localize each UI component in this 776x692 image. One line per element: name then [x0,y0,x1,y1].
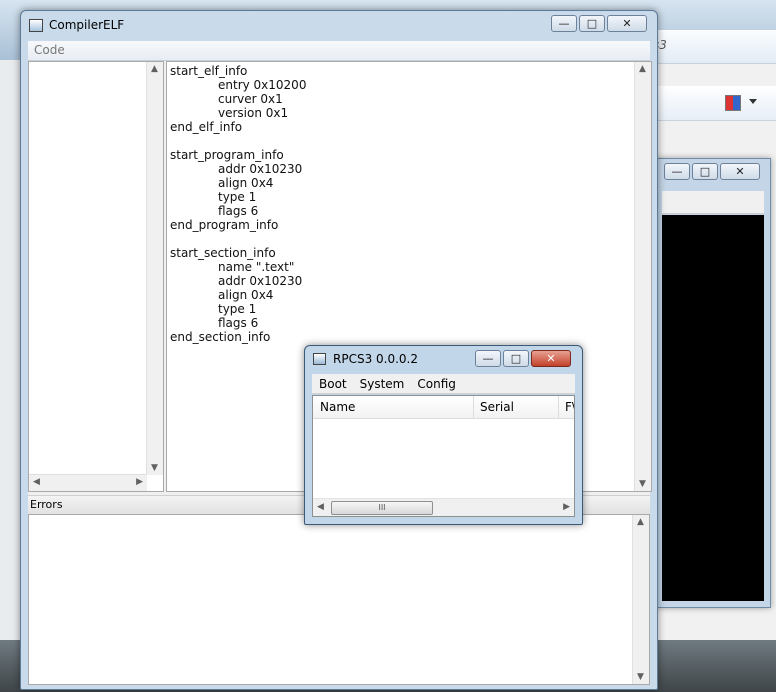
game-list-horizontal-scrollbar[interactable]: ◀ III ▶ [313,498,574,516]
maximize-button[interactable]: □ [579,15,605,32]
close-icon: ✕ [622,17,632,30]
code-text[interactable]: start_elf_info entry 0x10200 curver 0x1 ver… [170,64,306,344]
scroll-up-icon[interactable]: ▲ [151,64,158,74]
code-line[interactable]: type 1 [170,190,306,204]
maximize-icon: □ [699,165,711,178]
scroll-up-icon[interactable]: ▲ [637,517,644,527]
file-tree[interactable]: ▲ ▼ ◀ ▶ [28,61,164,492]
column-name[interactable]: Name [320,400,355,414]
maximize-icon: □ [586,17,598,30]
column-serial[interactable]: Serial [480,400,514,414]
scrollbar-thumb[interactable]: III [331,501,433,515]
column-fw[interactable]: F\ [565,400,574,414]
console-window: — □ ✕ [655,158,771,608]
close-button[interactable]: ✕ [531,350,571,367]
rpcs3-menubar: Boot System Config [312,374,575,394]
app-icon [313,353,326,365]
minimize-icon: — [671,165,683,178]
code-line[interactable]: flags 6 [170,204,306,218]
window-title: CompilerELF [49,18,125,32]
menu-system[interactable]: System [360,377,405,391]
maximize-button[interactable]: □ [503,350,529,367]
code-line[interactable]: flags 6 [170,316,306,330]
background-window-edge [0,60,22,660]
code-line[interactable]: end_section_info [170,330,306,344]
code-line[interactable]: end_elf_info [170,120,306,134]
console-close-button[interactable]: ✕ [720,163,760,180]
game-list-header: Name Serial F\ [313,396,574,419]
scroll-down-icon[interactable]: ▼ [637,672,644,682]
console-menubar [662,191,764,214]
scroll-down-icon[interactable]: ▼ [151,463,158,473]
errors-panel[interactable]: ▲ ▼ [28,514,650,685]
tree-horizontal-scrollbar[interactable]: ◀ ▶ [29,474,147,491]
column-divider[interactable] [473,396,474,418]
scroll-right-icon[interactable]: ▶ [563,502,570,512]
scroll-down-icon[interactable]: ▼ [639,479,646,489]
menu-config[interactable]: Config [417,377,456,391]
console-minimize-button[interactable]: — [664,163,690,180]
menubar: Code [28,41,650,61]
code-line[interactable]: start_section_info [170,246,306,260]
code-line[interactable]: align 0x4 [170,288,306,302]
console-maximize-button[interactable]: □ [692,163,718,180]
view-grid-icon[interactable] [725,95,741,111]
code-line[interactable]: addr 0x10230 [170,162,306,176]
errors-vertical-scrollbar[interactable]: ▲ ▼ [632,515,649,684]
code-line[interactable] [170,134,306,148]
close-icon: ✕ [546,352,556,365]
errors-label: Errors [30,498,63,511]
code-line[interactable]: start_elf_info [170,64,306,78]
code-line[interactable]: version 0x1 [170,106,306,120]
scroll-left-icon[interactable]: ◀ [317,502,324,512]
scroll-left-icon[interactable]: ◀ [33,477,40,487]
code-line[interactable] [170,232,306,246]
code-line[interactable]: start_program_info [170,148,306,162]
scroll-up-icon[interactable]: ▲ [639,64,646,74]
minimize-icon: — [558,17,570,30]
window-title: RPCS3 0.0.0.2 [333,352,419,366]
app-icon [29,19,43,32]
maximize-icon: □ [510,352,522,365]
code-line[interactable]: end_program_info [170,218,306,232]
menu-boot[interactable]: Boot [319,377,347,391]
minimize-button[interactable]: — [475,350,501,367]
editor-vertical-scrollbar[interactable]: ▲ ▼ [634,62,651,491]
code-line[interactable]: curver 0x1 [170,92,306,106]
game-list[interactable]: Name Serial F\ ◀ III ▶ [312,395,575,517]
code-line[interactable]: name ".text" [170,260,306,274]
minimize-icon: — [482,352,494,365]
minimize-button[interactable]: — [551,15,577,32]
scroll-right-icon[interactable]: ▶ [136,477,143,487]
rpcs3-window: RPCS3 0.0.0.2 — □ ✕ Boot System Config N… [304,345,583,525]
close-icon: ✕ [735,165,745,178]
code-line[interactable]: type 1 [170,302,306,316]
column-divider[interactable] [558,396,559,418]
console-titlebar: — □ ✕ [656,159,770,185]
code-line[interactable]: addr 0x10230 [170,274,306,288]
tree-vertical-scrollbar[interactable]: ▲ ▼ [146,62,163,475]
close-button[interactable]: ✕ [607,15,647,32]
code-line[interactable]: align 0x4 [170,176,306,190]
console-screen [662,215,764,601]
chevron-down-icon[interactable] [749,99,757,104]
menu-code[interactable]: Code [34,43,65,57]
code-line[interactable]: entry 0x10200 [170,78,306,92]
